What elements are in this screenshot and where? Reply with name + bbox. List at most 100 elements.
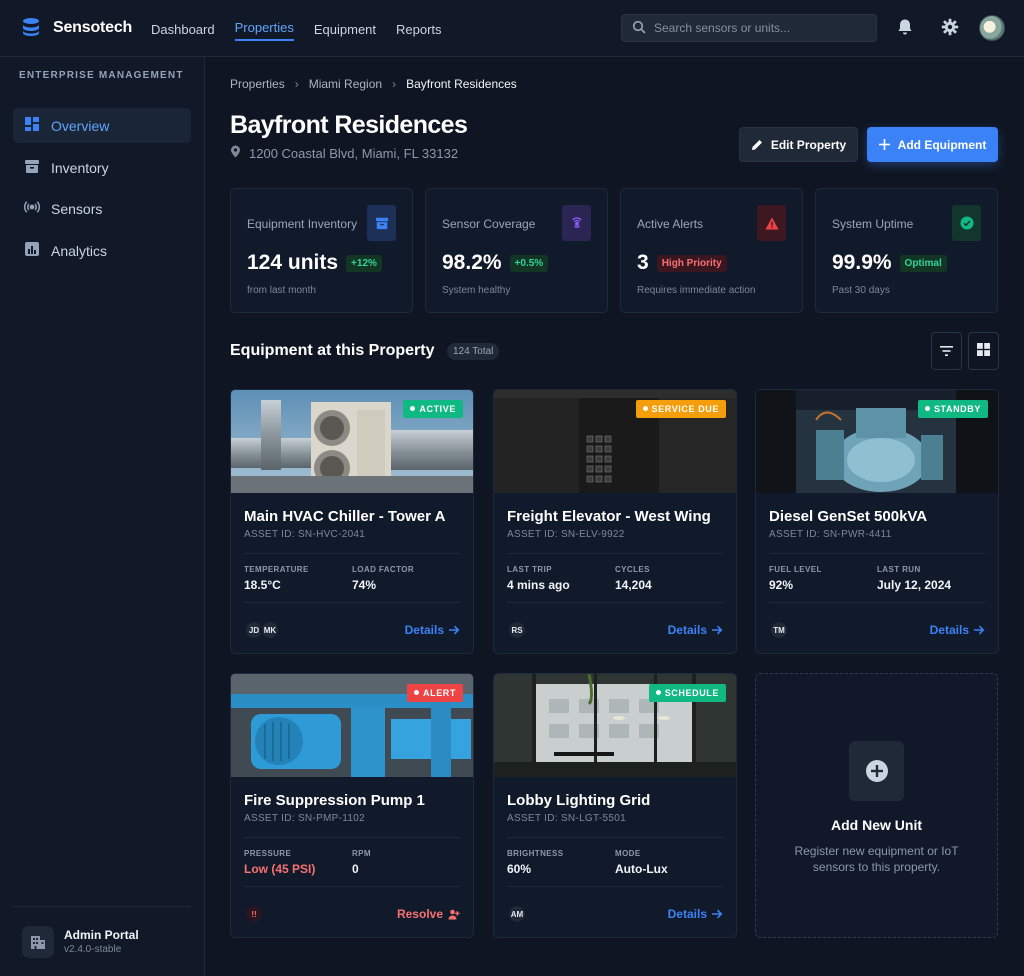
equipment-photo-elevator: SERVICE DUE <box>494 390 736 493</box>
chevron-right-icon: › <box>294 77 299 91</box>
stat-card-system-uptime[interactable]: System Uptime 99.9% Optimal Past 30 days <box>815 188 998 313</box>
equipment-asset-id: ASSET ID: SN-PWR-4411 <box>769 529 892 540</box>
arrow-right-icon <box>974 625 985 635</box>
metric-label: BRIGHTNESS <box>507 849 564 858</box>
avatar[interactable]: TM <box>769 620 789 640</box>
equipment-card[interactable]: ACTIVE Main HVAC Chiller - Tower A ASSET… <box>230 389 474 654</box>
assignee-avatars: JD MK <box>244 620 280 640</box>
sidebar-footer[interactable]: Admin Portal v2.4.0-stable <box>13 906 191 976</box>
sidebar-item-analytics[interactable]: Analytics <box>13 233 191 268</box>
add-equipment-button[interactable]: Add Equipment <box>867 127 998 162</box>
metric-value: 18.5°C <box>244 578 281 592</box>
breadcrumb-region[interactable]: Miami Region <box>309 77 382 91</box>
footer-title: Admin Portal <box>64 928 139 942</box>
metric-label: CYCLES <box>615 565 650 574</box>
metric-label: LAST RUN <box>877 565 921 574</box>
breadcrumb-properties[interactable]: Properties <box>230 77 285 91</box>
equipment-count-badge: 124 Total <box>447 343 500 360</box>
stat-card-sensor-coverage[interactable]: Sensor Coverage 98.2% +0.5% System healt… <box>425 188 608 313</box>
metric-value: 14,204 <box>615 578 652 592</box>
search-box[interactable] <box>621 14 877 42</box>
pencil-icon <box>751 139 763 151</box>
metric-label: RPM <box>352 849 371 858</box>
details-link[interactable]: Details <box>930 623 985 637</box>
metric-label: LOAD FACTOR <box>352 565 415 574</box>
sidebar-item-sensors[interactable]: Sensors <box>13 191 191 226</box>
top-navigation-bar: Sensotech Dashboard Properties Equipment… <box>0 0 1024 57</box>
equipment-metrics: BRIGHTNESS 60% MODE Auto-Lux <box>507 837 723 887</box>
brand[interactable]: Sensotech <box>21 17 151 40</box>
add-equipment-label: Add Equipment <box>897 137 987 152</box>
equipment-card[interactable]: SCHEDULE Lobby Lighting Grid ASSET ID: S… <box>493 673 737 938</box>
details-link[interactable]: Details <box>668 907 723 921</box>
details-link-label: Details <box>667 907 707 921</box>
add-unit-title: Add New Unit <box>831 817 922 833</box>
metric-label: TEMPERATURE <box>244 565 309 574</box>
alert-avatar[interactable]: !! <box>244 904 264 924</box>
equipment-photo-hvac: ACTIVE <box>231 390 473 493</box>
dashboard-icon <box>24 116 40 135</box>
assignee-avatars: RS <box>507 620 527 640</box>
breadcrumb-current: Bayfront Residences <box>406 77 517 91</box>
stat-priority-badge: High Priority <box>656 254 727 272</box>
details-link[interactable]: Details <box>668 623 723 637</box>
sidebar-item-overview[interactable]: Overview <box>13 108 191 143</box>
equipment-asset-id: ASSET ID: SN-HVC-2041 <box>244 529 366 540</box>
sidebar-item-label: Sensors <box>51 200 103 217</box>
sidebar-item-label: Overview <box>51 117 110 134</box>
equipment-card[interactable]: STANDBY Diesel GenSet 500kVA ASSET ID: S… <box>755 389 999 654</box>
metric-value: July 12, 2024 <box>877 578 952 592</box>
property-address: 1200 Coastal Blvd, Miami, FL 33132 <box>230 145 458 161</box>
filter-button[interactable] <box>931 332 962 370</box>
user-avatar[interactable] <box>979 15 1005 41</box>
assignee-avatars: !! <box>244 904 264 924</box>
metric-label: PRESSURE <box>244 849 292 858</box>
stat-status-badge: Optimal <box>899 254 947 272</box>
equipment-title: Fire Suppression Pump 1 <box>244 792 425 809</box>
resolve-link[interactable]: Resolve <box>397 907 460 921</box>
avatar[interactable]: AM <box>507 904 527 924</box>
nav-equipment[interactable]: Equipment <box>314 20 376 37</box>
main-content: Properties › Miami Region › Bayfront Res… <box>205 57 1024 976</box>
equipment-card[interactable]: ALERT Fire Suppression Pump 1 ASSET ID: … <box>230 673 474 938</box>
nav-dashboard[interactable]: Dashboard <box>151 20 215 37</box>
footer-version: v2.4.0-stable <box>64 944 122 955</box>
metric-value: Low (45 PSI) <box>244 862 316 876</box>
nav-reports[interactable]: Reports <box>396 20 442 37</box>
nav-properties[interactable]: Properties <box>234 18 294 41</box>
metric-value: 0 <box>352 862 359 876</box>
stat-change-badge: +0.5% <box>509 254 549 272</box>
stat-value: 124 units <box>247 251 339 274</box>
archive-icon <box>24 158 40 177</box>
equipment-title: Main HVAC Chiller - Tower A <box>244 508 446 525</box>
metric-value: 74% <box>352 578 377 592</box>
add-unit-subtitle: Register new equipment or IoT sensors to… <box>794 844 959 874</box>
stat-change-badge: +12% <box>346 254 382 272</box>
search-input[interactable] <box>654 21 864 35</box>
equipment-photo-pump: ALERT <box>231 674 473 777</box>
database-logo-icon <box>21 17 41 40</box>
section-title: Equipment at this Property <box>230 342 435 359</box>
filter-icon <box>940 344 953 359</box>
bell-icon[interactable] <box>894 16 916 38</box>
grid-view-button[interactable] <box>968 332 999 370</box>
edit-property-button[interactable]: Edit Property <box>739 127 858 162</box>
equipment-card[interactable]: SERVICE DUE Freight Elevator - West Wing… <box>493 389 737 654</box>
warning-icon <box>757 205 786 241</box>
arrow-right-icon <box>712 909 723 919</box>
wifi-icon <box>562 205 591 241</box>
equipment-photo-lobby: SCHEDULE <box>494 674 736 777</box>
metric-label: MODE <box>615 849 641 858</box>
metric-label: LAST TRIP <box>507 565 552 574</box>
avatar[interactable]: RS <box>507 620 527 640</box>
details-link[interactable]: Details <box>405 623 460 637</box>
gear-icon[interactable] <box>939 16 961 38</box>
sidebar-item-inventory[interactable]: Inventory <box>13 150 191 185</box>
add-new-unit-card[interactable]: Add New Unit Register new equipment or I… <box>755 673 998 938</box>
metric-value: 92% <box>769 578 794 592</box>
equipment-metrics: PRESSURE Low (45 PSI) RPM 0 <box>244 837 460 887</box>
equipment-asset-id: ASSET ID: SN-LGT-5501 <box>507 813 626 824</box>
stat-card-inventory[interactable]: Equipment Inventory 124 units +12% from … <box>230 188 413 313</box>
stat-card-active-alerts[interactable]: Active Alerts 3 High Priority Requires i… <box>620 188 803 313</box>
avatar[interactable]: MK <box>260 620 280 640</box>
